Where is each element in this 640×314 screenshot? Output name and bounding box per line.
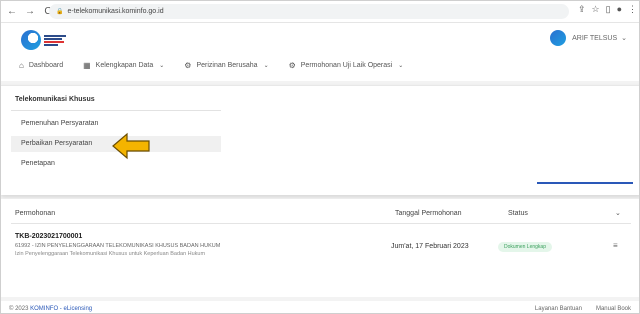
menu-label: Permohonan Uji Laik Operasi	[300, 62, 393, 69]
share-icon[interactable]: ⇪	[578, 4, 586, 15]
logo-mark-icon	[21, 30, 41, 50]
profile-icon[interactable]: ●	[617, 4, 622, 15]
kominfo-logo[interactable]	[21, 29, 67, 51]
divider	[11, 223, 631, 224]
sidepanel-icon[interactable]: ▯	[606, 4, 611, 15]
permohonan-sub: Izin Penyelenggaraan Telekomunikasi Khus…	[15, 251, 206, 257]
star-icon[interactable]: ☆	[592, 4, 600, 15]
browser-toolbar: ← → C 🔒 e-telekomunikasi.kominfo.go.id ⇪…	[1, 1, 639, 23]
chevron-down-icon: ⌄	[263, 63, 269, 69]
dropdown-item-pemenuhan[interactable]: Pemenuhan Persyaratan	[11, 116, 221, 132]
divider	[11, 110, 221, 111]
brand-link[interactable]: KOMINFO - eLicensing	[30, 306, 92, 312]
home-icon: ⌂	[19, 61, 24, 70]
permohonan-table: Permohonan Tanggal Permohonan Status ⌄ T…	[1, 199, 639, 297]
forward-button[interactable]: →	[23, 5, 37, 19]
header-tanggal: Tanggal Permohonan	[395, 210, 462, 217]
chevron-down-icon: ⌄	[159, 63, 165, 69]
menu-label: Kelengkapan Data	[95, 62, 154, 69]
manual-link[interactable]: Manual Book	[596, 306, 631, 312]
address-bar[interactable]: 🔒 e-telekomunikasi.kominfo.go.id	[49, 4, 569, 19]
logo-wordmark	[44, 34, 66, 46]
browser-actions: ⇪ ☆ ▯ ● ⋮	[578, 4, 637, 15]
permohonan-id[interactable]: TKB-2023021700001	[15, 233, 82, 240]
gear-icon: ⚙	[184, 61, 192, 70]
menu-perizinan-berusaha[interactable]: ⚙ Perizinan Berusaha ⌄	[184, 61, 268, 70]
pointer-arrow-icon	[112, 132, 150, 160]
footer-links: Layanan Bantuan Manual Book	[535, 306, 631, 312]
avatar	[550, 30, 567, 46]
header-permohonan: Permohonan	[15, 210, 56, 217]
perizinan-dropdown: Telekomunikasi Khusus Pemenuhan Persyara…	[1, 85, 639, 195]
header-status: Status	[508, 210, 528, 217]
copyright-text: © 2023	[9, 306, 29, 312]
copyright: © 2023 KOMINFO - eLicensing	[9, 306, 92, 312]
grid-icon: ▦	[83, 61, 91, 70]
permohonan-date: Jum'at, 17 Februari 2023	[391, 243, 469, 250]
menu-uji-laik-operasi[interactable]: ⚙ Permohonan Uji Laik Operasi ⌄	[289, 61, 404, 70]
app-header: ARIF TELSUS ⌄ ⌂ Dashboard ▦ Kelengkapan …	[1, 23, 639, 81]
tab-indicator	[537, 182, 633, 184]
dropdown-title: Telekomunikasi Khusus	[15, 96, 95, 103]
footer: © 2023 KOMINFO - eLicensing Layanan Bant…	[1, 301, 639, 313]
menu-dots-icon[interactable]: ⋮	[628, 4, 637, 15]
lock-icon: 🔒	[56, 9, 64, 15]
menu-label: Dashboard	[28, 62, 64, 69]
page-frame: ← → C 🔒 e-telekomunikasi.kominfo.go.id ⇪…	[0, 0, 640, 314]
help-link[interactable]: Layanan Bantuan	[535, 306, 582, 312]
permohonan-desc: 61992 - IZIN PENYELENGGARAAN TELEKOMUNIK…	[15, 243, 221, 249]
row-menu-icon[interactable]: ≡	[613, 241, 618, 250]
gear-icon: ⚙	[288, 61, 296, 70]
url-text: e-telekomunikasi.kominfo.go.id	[67, 8, 164, 15]
back-button[interactable]: ←	[5, 5, 19, 19]
chevron-down-icon[interactable]: ⌄	[615, 209, 621, 217]
user-name: ARIF TELSUS	[572, 34, 618, 42]
chevron-down-icon: ⌄	[398, 63, 404, 69]
status-badge: Dokumen Lengkap	[498, 242, 552, 252]
user-menu[interactable]: ARIF TELSUS ⌄	[550, 30, 627, 46]
menu-label: Perizinan Berusaha	[196, 62, 258, 69]
menu-kelengkapan-data[interactable]: ▦ Kelengkapan Data ⌄	[83, 61, 164, 70]
menu-dashboard[interactable]: ⌂ Dashboard	[19, 61, 63, 70]
main-menu: ⌂ Dashboard ▦ Kelengkapan Data ⌄ ⚙ Periz…	[19, 61, 423, 70]
chevron-down-icon: ⌄	[621, 35, 627, 42]
